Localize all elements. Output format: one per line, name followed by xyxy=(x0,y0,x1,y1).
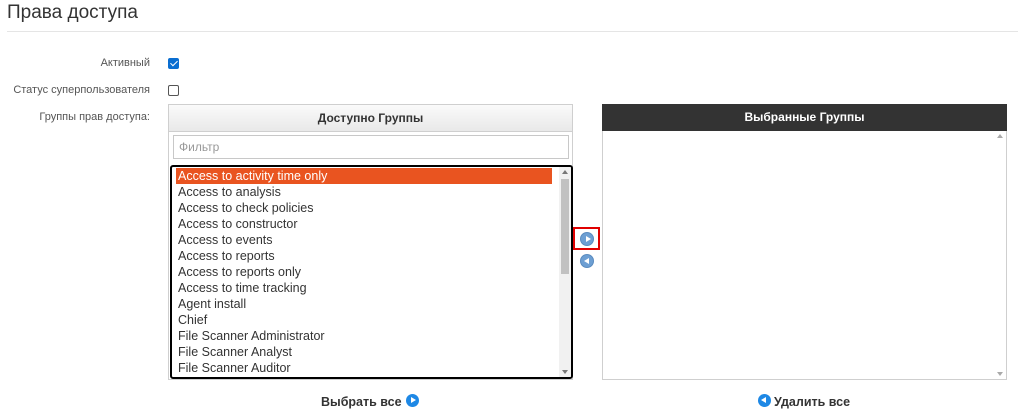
list-item[interactable]: File Scanner Administrator xyxy=(176,328,552,344)
available-groups-list[interactable]: Access to activity time only Access to an… xyxy=(170,165,573,379)
chosen-list-scrollbar[interactable] xyxy=(994,131,1006,379)
scroll-down-arrow-icon[interactable] xyxy=(562,370,568,374)
choose-all-arrow-icon xyxy=(406,394,419,407)
list-item[interactable]: Chief xyxy=(176,312,552,328)
list-item[interactable]: Access to reports xyxy=(176,248,552,264)
list-item[interactable]: Access to check policies xyxy=(176,200,552,216)
list-item[interactable]: File Scanner Analyst xyxy=(176,344,552,360)
page-title: Права доступа xyxy=(7,2,138,23)
active-label: Активный xyxy=(100,57,150,69)
title-divider xyxy=(7,31,1018,32)
active-checkbox[interactable] xyxy=(168,58,179,69)
filter-input[interactable] xyxy=(173,135,569,159)
list-item[interactable]: Agent install xyxy=(176,296,552,312)
list-item[interactable]: Access to constructor xyxy=(176,216,552,232)
groups-label: Группы прав доступа: xyxy=(39,111,150,123)
chosen-groups-header: Выбранные Группы xyxy=(602,104,1007,131)
chosen-groups-panel: Выбранные Группы xyxy=(602,104,1007,380)
choose-all-label: Выбрать все xyxy=(321,395,402,409)
list-item[interactable]: Access to time tracking xyxy=(176,280,552,296)
available-groups-header: Доступно Группы xyxy=(169,105,572,132)
list-item[interactable]: Access to analysis xyxy=(176,184,552,200)
superuser-label: Статус суперпользователя xyxy=(13,84,150,96)
list-item[interactable]: File Scanner Auditor xyxy=(176,360,552,376)
chosen-scroll-up-arrow-icon[interactable] xyxy=(997,134,1003,138)
choose-all-button[interactable]: Выбрать все xyxy=(321,393,419,409)
list-item[interactable]: Access to reports only xyxy=(176,264,552,280)
arrow-right-icon xyxy=(586,236,591,242)
remove-all-label: Удалить все xyxy=(774,395,851,409)
list-item[interactable]: Access to events xyxy=(176,232,552,248)
arrow-left-icon xyxy=(584,258,589,264)
list-scrollbar[interactable] xyxy=(559,167,571,377)
scroll-thumb[interactable] xyxy=(561,179,569,274)
remove-all-arrow-icon xyxy=(758,394,771,407)
scroll-up-arrow-icon[interactable] xyxy=(562,170,568,174)
remove-all-button[interactable]: Удалить все xyxy=(758,393,850,409)
superuser-checkbox[interactable] xyxy=(168,85,179,96)
move-left-button[interactable] xyxy=(580,254,594,268)
move-right-button[interactable] xyxy=(580,232,594,246)
list-item[interactable]: Access to activity time only xyxy=(176,168,552,184)
chosen-scroll-down-arrow-icon[interactable] xyxy=(997,372,1003,376)
